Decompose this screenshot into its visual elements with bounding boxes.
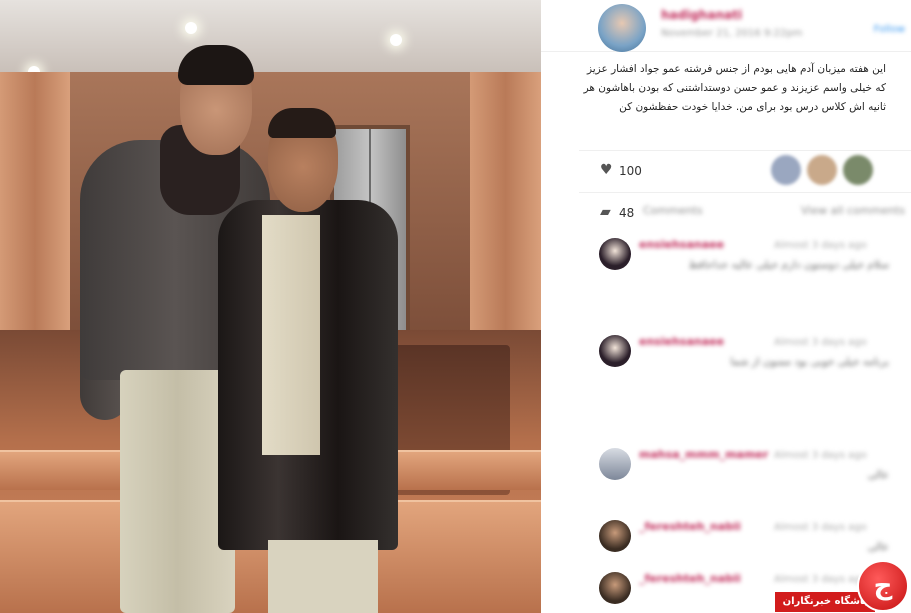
comments-label: Comments bbox=[643, 204, 703, 217]
commenter-username[interactable]: _fereshteh_nabii bbox=[639, 572, 741, 585]
comment-text: عالی bbox=[867, 469, 889, 481]
commenter-avatar[interactable] bbox=[599, 448, 631, 480]
follow-button[interactable]: Follow bbox=[874, 24, 905, 35]
marble-column bbox=[0, 72, 70, 342]
likes-count: 100 bbox=[619, 164, 642, 178]
comment-text: عالی bbox=[867, 541, 889, 553]
commenter-avatar[interactable] bbox=[599, 520, 631, 552]
author-username[interactable]: hadighanati bbox=[661, 8, 742, 22]
post-caption: این هفته میزبان آدم هایی بودم از جنس فرش… bbox=[583, 63, 886, 113]
comments-row[interactable]: ▰ 48 Comments View all comments bbox=[579, 192, 911, 228]
liker-avatar[interactable] bbox=[807, 155, 837, 185]
post-photo[interactable] bbox=[0, 0, 541, 613]
post-stats: ♥ 100 ▰ 48 Comments View all comments bbox=[579, 150, 911, 232]
person-right-shirt bbox=[262, 215, 320, 455]
person-right-legs bbox=[268, 540, 378, 613]
person-left-hair bbox=[178, 45, 254, 85]
watermark-logo-icon: ج bbox=[857, 560, 909, 612]
commenter-username[interactable]: ensiehsanaee bbox=[639, 335, 724, 348]
liker-avatar[interactable] bbox=[843, 155, 873, 185]
ceiling-light bbox=[390, 34, 402, 46]
commenter-avatar[interactable] bbox=[599, 238, 631, 270]
comment-item: ensiehsanaee Almost 3 days ago سلام خیلی… bbox=[599, 238, 911, 328]
ceiling-light bbox=[185, 22, 197, 34]
likes-row[interactable]: ♥ 100 bbox=[579, 150, 911, 186]
comment-time: Almost 3 days ago bbox=[774, 337, 867, 348]
comment-text: برنامه خیلی خوبی بود ممنون از شما bbox=[730, 356, 889, 368]
marble-column bbox=[470, 72, 541, 342]
author-avatar[interactable] bbox=[598, 4, 646, 52]
commenter-avatar[interactable] bbox=[599, 572, 631, 604]
comments-count: 48 bbox=[619, 206, 635, 220]
commenter-username[interactable]: ensiehsanaee bbox=[639, 238, 724, 251]
commenter-username[interactable]: _fereshteh_nabii bbox=[639, 520, 741, 533]
heart-icon[interactable]: ♥ bbox=[600, 162, 613, 178]
comment-time: Almost 3 days ago bbox=[774, 240, 867, 251]
comment-item: ensiehsanaee Almost 3 days ago برنامه خی… bbox=[599, 335, 911, 425]
view-all-comments-link[interactable]: View all comments bbox=[801, 204, 905, 217]
comment-icon[interactable]: ▰ bbox=[600, 204, 611, 220]
news-agency-watermark: باشگاه خبرنگاران ج bbox=[775, 560, 911, 613]
comment-text: سلام خیلی دوستون دارم خیلی عالیه خداحافظ bbox=[688, 259, 889, 271]
liker-avatars[interactable] bbox=[771, 155, 911, 185]
post-date: November 21, 2016 9:22pm bbox=[661, 28, 803, 39]
post-header: hadighanati November 21, 2016 9:22pm Fol… bbox=[541, 0, 911, 52]
ceiling bbox=[0, 0, 541, 72]
comment-time: Almost 3 days ago bbox=[774, 522, 867, 533]
liker-avatar[interactable] bbox=[771, 155, 801, 185]
page-root: hadighanati November 21, 2016 9:22pm Fol… bbox=[0, 0, 911, 613]
commenter-username[interactable]: mahsa_mmm_mamer bbox=[639, 448, 768, 461]
person-right-hair bbox=[268, 108, 336, 138]
comment-time: Almost 3 days ago bbox=[774, 450, 867, 461]
post-sidebar: hadighanati November 21, 2016 9:22pm Fol… bbox=[541, 0, 911, 613]
commenter-avatar[interactable] bbox=[599, 335, 631, 367]
